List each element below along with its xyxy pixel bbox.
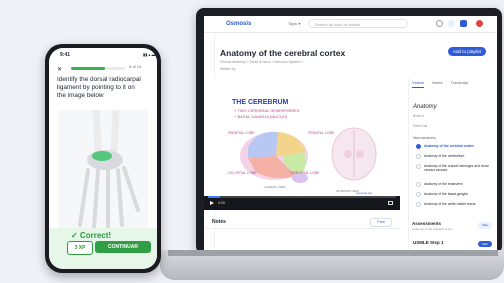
chapter-item[interactable]: Anatomy of the basal ganglia: [416, 192, 492, 197]
phone-screen: 9:41 ▮▮ ▴ ▬ ✕ 5 of 15 Identify the dorsa…: [49, 48, 157, 269]
parietal-lobe-region: [276, 132, 306, 156]
topic-filter[interactable]: Topic ▾: [288, 21, 300, 26]
laptop-hinge: [168, 250, 498, 256]
correct-feedback: ✓ Correct!: [71, 231, 112, 240]
chapter-item[interactable]: Anatomy of the white matter tracts: [416, 202, 492, 207]
flag-icon[interactable]: [460, 20, 467, 27]
lateral-view-label: LATERAL VIEW: [264, 185, 286, 189]
playlist-subtopic[interactable]: Brain ▾: [413, 114, 424, 118]
slide-title: THE CEREBRUM: [232, 99, 289, 106]
circle-icon: [416, 164, 421, 169]
chapter-label: Anatomy of the white matter tracts: [424, 202, 476, 206]
finger-bones: [78, 166, 140, 230]
circle-icon: [416, 154, 421, 159]
chapter-label: Anatomy of the cranial meninges and dura…: [424, 164, 489, 172]
parietal-label: PARIETAL LOBE: [228, 131, 255, 135]
video-player[interactable]: THE CEREBRUM + TWO CEREBRAL HEMISPHERES …: [204, 78, 400, 210]
assessments-subtitle: Anatomy of the cerebral cortex: [412, 227, 453, 231]
section-heading: Neuroanatomy: [413, 136, 436, 140]
laptop-screen: Osmosis Topic ▾ Search by topic or video…: [204, 16, 497, 250]
chapter-item[interactable]: Anatomy of the cerebellum: [416, 154, 492, 159]
close-icon[interactable]: ✕: [57, 66, 62, 73]
hand-bones-illustration: [78, 106, 140, 230]
chapter-item[interactable]: Anatomy of the cerebral cortex: [416, 144, 492, 149]
tab-notes[interactable]: Notes: [432, 80, 442, 88]
assessments-title: Assessments: [412, 221, 442, 226]
page-title: Anatomy of the cerebral cortex: [220, 48, 346, 58]
print-button[interactable]: Print: [370, 218, 392, 227]
tab-transcript[interactable]: Transcript: [451, 80, 469, 88]
dorsal-radiocarpal-ligament-highlight: [92, 151, 112, 161]
seek-bar[interactable]: [208, 196, 396, 198]
avatar[interactable]: [476, 20, 483, 27]
status-time: 9:41: [60, 52, 71, 58]
author-line: Written by: [220, 67, 236, 71]
status-icons: ▮▮ ▴ ▬: [143, 52, 156, 57]
continue-button[interactable]: CONTINUAR: [95, 241, 151, 253]
watermark-text: osmosis.org: [356, 191, 373, 195]
circle-icon: [416, 182, 421, 187]
tab-videos[interactable]: Videos: [412, 80, 425, 88]
usmle-title: USMLE Step 1: [413, 240, 444, 245]
chapter-label: Anatomy of the brainstem: [424, 182, 463, 186]
temporal-label: TEMPORAL LOBE: [290, 171, 320, 175]
start-usmle-button[interactable]: Start: [478, 241, 492, 247]
question-text: Identify the dorsal radiocarpal ligament…: [57, 76, 141, 99]
circle-icon: [416, 192, 421, 197]
add-to-playlist-button[interactable]: Add to playlist: [448, 47, 486, 56]
occipital-label: OCCIPITAL LOBE: [228, 171, 257, 175]
xp-badge: 3 XP: [67, 241, 93, 255]
frontal-label: FRONTAL LOBE: [308, 131, 335, 135]
chapter-label: Anatomy of the basal ganglia: [424, 192, 468, 196]
slide-bullet-2: + BASAL GANGLIA (NUCLEI): [234, 114, 288, 119]
frontal-lobe-region: [248, 131, 278, 158]
playlist-title: Anatomy: [413, 104, 437, 110]
notification-icon[interactable]: [436, 20, 443, 27]
slide-bullet-1: + TWO CEREBRAL HEMISPHERES: [234, 108, 300, 113]
cerebrum-slide: THE CEREBRUM + TWO CEREBRAL HEMISPHERES …: [228, 99, 377, 195]
forearm-bones: [92, 106, 120, 154]
circle-icon: [416, 202, 421, 207]
quiz-progress-fill: [71, 67, 106, 70]
chat-icon[interactable]: [448, 20, 455, 27]
notes-label: Notes: [212, 219, 226, 225]
chapter-item[interactable]: Anatomy of the cranial meninges and dura…: [416, 164, 492, 172]
breadcrumb[interactable]: Clinical Anatomy > Head & Neck > Nervous…: [220, 60, 303, 64]
seek-bar-progress: [208, 196, 220, 198]
fullscreen-icon[interactable]: [388, 201, 393, 205]
select-all-checkbox[interactable]: Select all: [413, 124, 427, 128]
check-icon: [416, 144, 421, 149]
chapter-label: Anatomy of the cerebellum: [424, 154, 465, 158]
basal-ganglia-right: [356, 150, 364, 158]
play-icon[interactable]: [210, 201, 214, 205]
take-assessment-button[interactable]: Take: [478, 222, 492, 229]
time-display: 0:00: [218, 201, 225, 205]
chapter-item[interactable]: Anatomy of the brainstem: [416, 182, 492, 187]
hand-xray-image[interactable]: [58, 106, 148, 230]
video-controls: [204, 196, 400, 210]
app-logo[interactable]: Osmosis: [226, 21, 251, 27]
quiz-progress-count: 5 of 15: [129, 64, 142, 69]
basal-ganglia-left: [344, 150, 352, 158]
panel-tabs: Videos Notes Transcript: [412, 80, 492, 88]
search-input[interactable]: Search by topic or videos: [308, 19, 408, 28]
chapter-label: Anatomy of the cerebral cortex: [424, 144, 474, 148]
